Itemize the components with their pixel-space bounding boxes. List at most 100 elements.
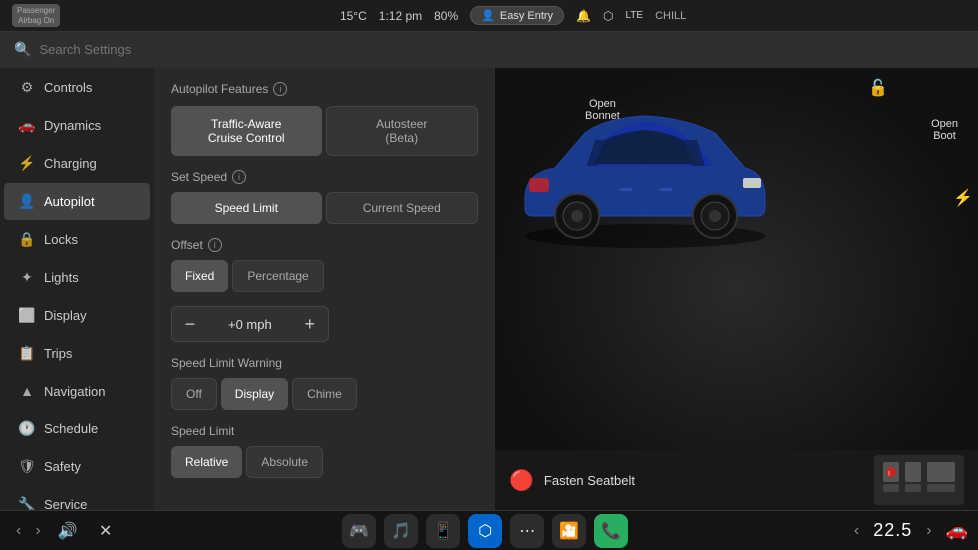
sidebar-item-service[interactable]: 🔧 Service [4, 486, 150, 510]
offset-buttons: Fixed Percentage [171, 260, 478, 292]
set-speed-buttons: Speed Limit Current Speed [171, 192, 478, 224]
sidebar-item-dynamics[interactable]: 🚗 Dynamics [4, 107, 150, 144]
sidebar-item-controls[interactable]: ⚙ Controls [4, 69, 150, 106]
bell-icon[interactable]: 🔔 [576, 9, 591, 23]
autopilot-icon: 👤 [18, 193, 36, 210]
offset-info-icon[interactable]: i [208, 238, 222, 252]
sidebar-label-lights: Lights [44, 270, 79, 285]
display-icon: ⬜ [18, 307, 36, 324]
phone-button[interactable]: 📞 [594, 514, 628, 548]
person-icon: 👤 [481, 9, 495, 22]
sidebar-item-lights[interactable]: ✦ Lights [4, 259, 150, 296]
app-icon-1[interactable]: 🎮 [342, 514, 376, 548]
volume-button[interactable]: 🔊 [51, 516, 85, 546]
sidebar-label-dynamics: Dynamics [44, 118, 101, 133]
taskbar: ‹ › 🔊 ✕ 🎮 🎵 📱 ⬡ ⋯ 🎦 📞 ‹ 22.5 › 🚗 [0, 510, 978, 550]
status-center: 15°C 1:12 pm 80% 👤 Easy Entry 🔔 ⬡ LTE CH… [340, 6, 686, 25]
seat-diagram-svg: ! [879, 458, 959, 502]
controls-icon: ⚙ [18, 79, 36, 96]
speed-limit-buttons: Relative Absolute [171, 446, 478, 478]
traffic-aware-button[interactable]: Traffic-AwareCruise Control [171, 106, 322, 156]
sidebar: ⚙ Controls 🚗 Dynamics ⚡ Charging 👤 Autop… [0, 68, 155, 510]
navigation-arrows: ‹ › [10, 520, 47, 542]
seatbelt-warning-icon: 🔴 [509, 468, 534, 493]
speed-limit-section: Speed Limit Relative Absolute [171, 424, 478, 478]
sidebar-label-charging: Charging [44, 156, 97, 171]
speed-limit-label: Speed Limit [171, 424, 234, 438]
open-boot-label[interactable]: OpenBoot [931, 118, 958, 142]
search-input[interactable] [39, 42, 239, 57]
current-speed-button[interactable]: Current Speed [326, 192, 479, 224]
sidebar-item-locks[interactable]: 🔒 Locks [4, 221, 150, 258]
car-lock-icon: 🔓 [868, 78, 888, 98]
sidebar-item-schedule[interactable]: 🕐 Schedule [4, 410, 150, 447]
set-speed-label: Set Speed [171, 170, 227, 184]
lock-icon: 🔒 [18, 231, 36, 248]
sidebar-item-charging[interactable]: ⚡ Charging [4, 145, 150, 182]
percentage-button[interactable]: Percentage [232, 260, 323, 292]
bluetooth-taskbar-button[interactable]: ⬡ [468, 514, 502, 548]
offset-decrease-button[interactable]: − [172, 307, 208, 341]
signal-icon: LTE [625, 10, 643, 21]
status-bar: Passenger Airbag On 15°C 1:12 pm 80% 👤 E… [0, 0, 978, 32]
seatbelt-warning-bar: 🔴 Fasten Seatbelt ! [495, 450, 978, 510]
temperature-display: 15°C [340, 9, 367, 23]
sidebar-label-safety: Safety [44, 459, 81, 474]
car-illustration [505, 88, 785, 248]
sidebar-label-schedule: Schedule [44, 421, 98, 436]
passenger-airbag-badge: Passenger Airbag On [12, 4, 60, 27]
autopilot-feature-buttons: Traffic-AwareCruise Control Autosteer(Be… [171, 106, 478, 156]
mute-button[interactable]: ✕ [89, 516, 123, 546]
sidebar-label-locks: Locks [44, 232, 78, 247]
camera-button[interactable]: 🎦 [552, 514, 586, 548]
seatbelt-warning-text: Fasten Seatbelt [544, 473, 635, 488]
lights-icon: ✦ [18, 269, 36, 286]
back-arrow-button[interactable]: ‹ [10, 520, 27, 542]
set-speed-info-icon[interactable]: i [232, 170, 246, 184]
absolute-button[interactable]: Absolute [246, 446, 323, 478]
search-bar: 🔍 [0, 32, 978, 68]
offset-increase-button[interactable]: + [292, 307, 328, 341]
search-icon: 🔍 [14, 41, 31, 58]
car-icon: 🚗 [946, 520, 968, 541]
warning-display-button[interactable]: Display [221, 378, 288, 410]
speed-down-button[interactable]: ‹ [848, 520, 865, 542]
sidebar-label-controls: Controls [44, 80, 92, 95]
main-layout: ⚙ Controls 🚗 Dynamics ⚡ Charging 👤 Autop… [0, 68, 978, 510]
schedule-icon: 🕐 [18, 420, 36, 437]
content-panel: Autopilot Features i Traffic-AwareCruise… [155, 68, 495, 510]
relative-button[interactable]: Relative [171, 446, 242, 478]
time-display: 1:12 pm [379, 9, 422, 23]
sidebar-item-trips[interactable]: 📋 Trips [4, 335, 150, 372]
fixed-button[interactable]: Fixed [171, 260, 228, 292]
easy-entry-button[interactable]: 👤 Easy Entry [470, 6, 564, 25]
sidebar-item-safety[interactable]: 🛡 Safety [4, 448, 150, 485]
easy-entry-label: Easy Entry [500, 10, 553, 22]
sidebar-item-autopilot[interactable]: 👤 Autopilot [4, 183, 150, 220]
mute-icon: ✕ [99, 521, 112, 541]
more-apps-button[interactable]: ⋯ [510, 514, 544, 548]
charging-icon: ⚡ [18, 155, 36, 172]
car-charge-icon: ⚡ [953, 188, 973, 208]
sidebar-item-navigation[interactable]: ▲ Navigation [4, 373, 150, 409]
offset-value: +0 mph [208, 317, 292, 332]
chill-mode-label: CHILL [655, 10, 686, 22]
offset-stepper: − +0 mph + [171, 306, 329, 342]
autopilot-features-label: Autopilot Features [171, 82, 268, 96]
autosteer-button[interactable]: Autosteer(Beta) [326, 106, 479, 156]
sidebar-label-trips: Trips [44, 346, 72, 361]
seat-diagram: ! [874, 455, 964, 505]
sidebar-item-display[interactable]: ⬜ Display [4, 297, 150, 334]
autopilot-info-icon[interactable]: i [273, 82, 287, 96]
app-icon-3[interactable]: 📱 [426, 514, 460, 548]
warning-chime-button[interactable]: Chime [292, 378, 357, 410]
speed-up-button[interactable]: › [920, 520, 937, 542]
app-icon-2[interactable]: 🎵 [384, 514, 418, 548]
speed-limit-warning-section: Speed Limit Warning Off Display Chime [171, 356, 478, 410]
speed-limit-button[interactable]: Speed Limit [171, 192, 322, 224]
warning-off-button[interactable]: Off [171, 378, 217, 410]
taskbar-left: ‹ › 🔊 ✕ [10, 516, 123, 546]
forward-arrow-button[interactable]: › [29, 520, 46, 542]
navigation-icon: ▲ [18, 383, 36, 399]
bluetooth-icon[interactable]: ⬡ [603, 9, 613, 23]
